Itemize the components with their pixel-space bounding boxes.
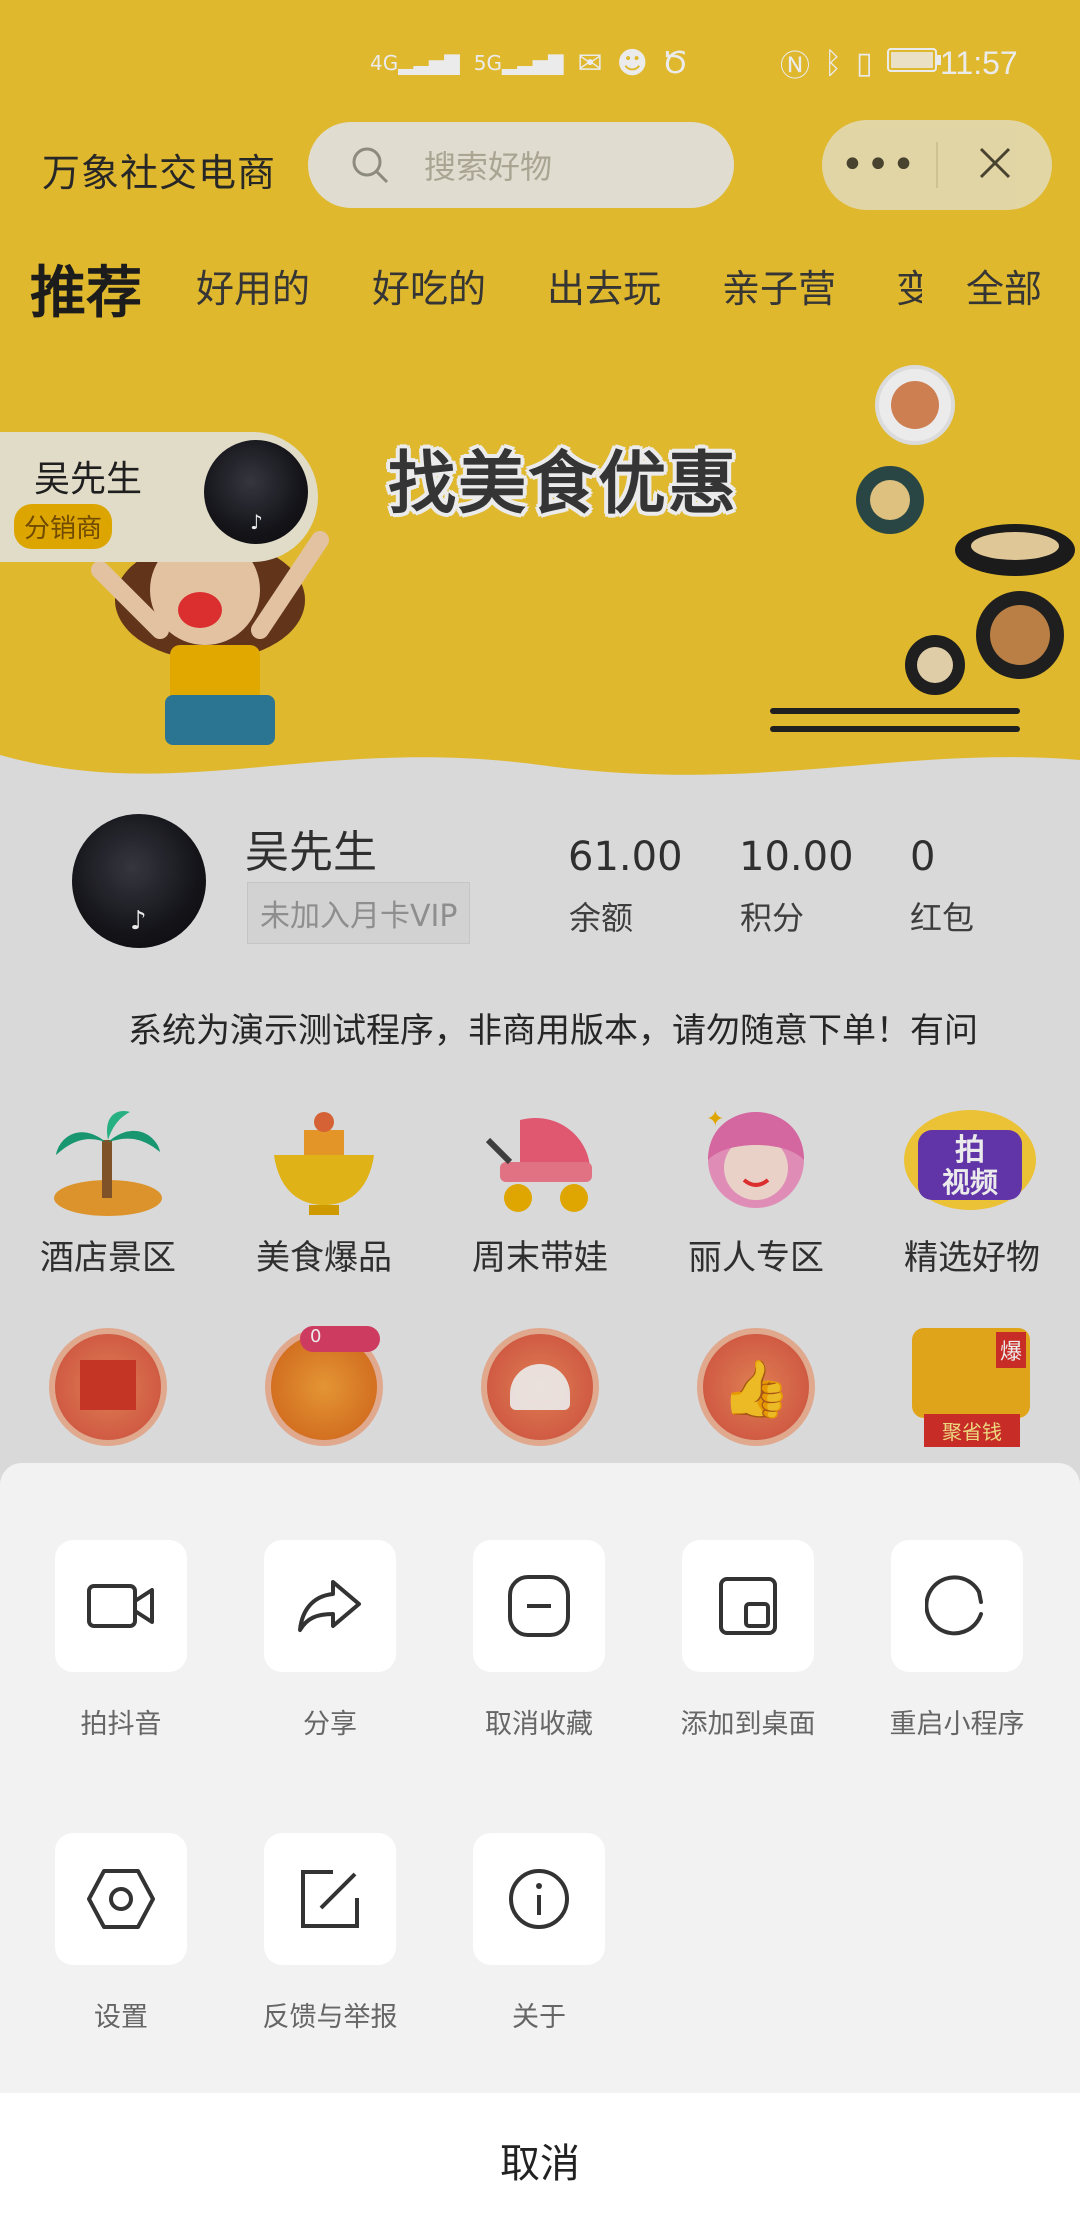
action-label: 取消收藏 — [485, 1709, 593, 1740]
add-to-desktop-icon — [719, 1577, 777, 1635]
action-feedback[interactable]: 反馈与举报 — [225, 1833, 435, 2034]
unfavorite-icon — [508, 1575, 570, 1637]
action-label: 添加到桌面 — [680, 1709, 816, 1740]
action-label: 分享 — [303, 1709, 357, 1740]
cancel-button[interactable]: 取消 — [0, 2093, 1080, 2227]
action-about[interactable]: 关于 — [434, 1833, 644, 2034]
action-add-to-desktop[interactable]: 添加到桌面 — [643, 1540, 853, 1741]
settings-icon — [87, 1869, 155, 1929]
action-settings[interactable]: 设置 — [16, 1833, 226, 2034]
action-label: 设置 — [94, 2002, 148, 2033]
action-restart[interactable]: 重启小程序 — [852, 1540, 1062, 1741]
feedback-icon — [301, 1870, 359, 1928]
share-icon — [298, 1580, 361, 1632]
action-label: 关于 — [512, 2002, 566, 2033]
action-label: 拍抖音 — [80, 1709, 162, 1740]
info-icon — [509, 1869, 569, 1929]
action-share[interactable]: 分享 — [225, 1540, 435, 1741]
action-unfavorite[interactable]: 取消收藏 — [434, 1540, 644, 1741]
dim-overlay[interactable] — [0, 0, 1080, 1500]
cancel-label: 取消 — [500, 2141, 580, 2187]
action-label: 反馈与举报 — [262, 2002, 398, 2033]
restart-icon — [925, 1575, 983, 1636]
action-label: 重启小程序 — [889, 1709, 1025, 1740]
video-camera-icon — [87, 1584, 154, 1628]
action-douyin[interactable]: 拍抖音 — [16, 1540, 226, 1741]
